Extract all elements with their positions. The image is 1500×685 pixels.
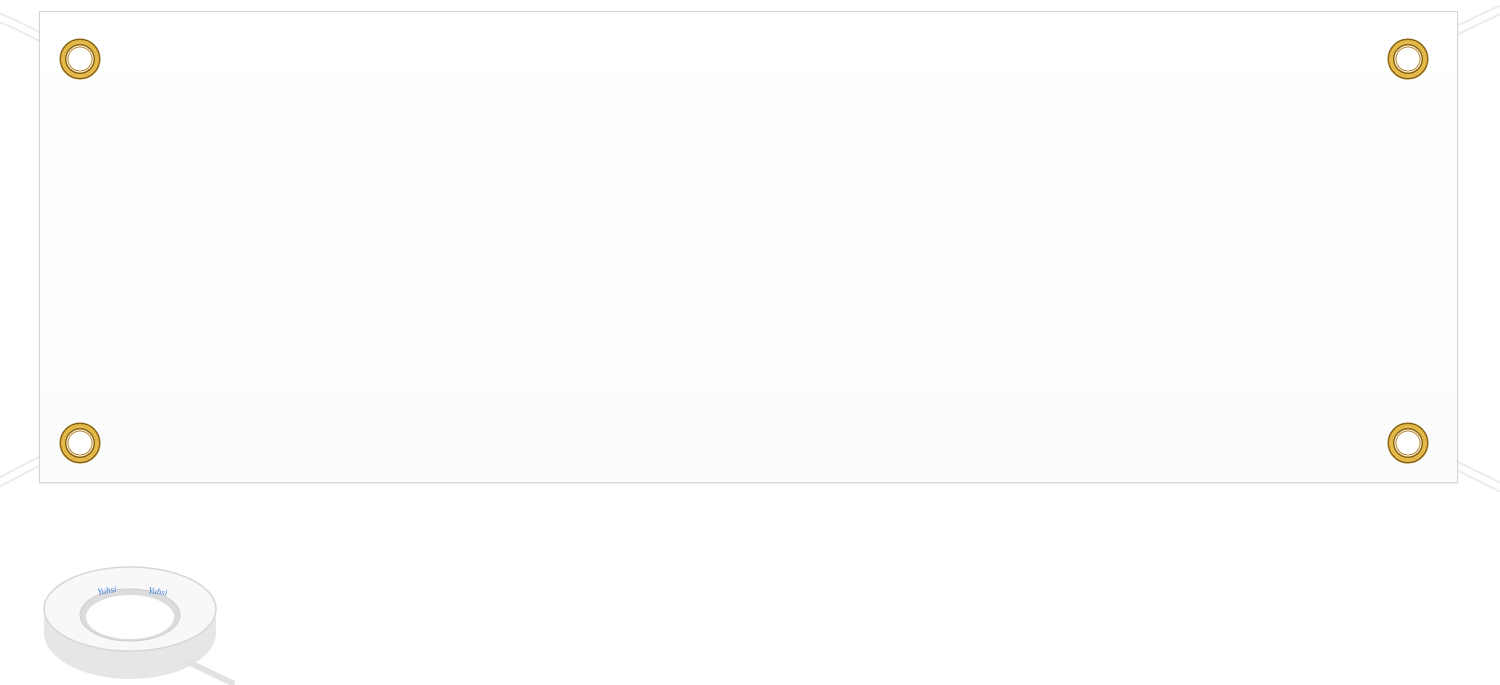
grommet-icon — [1387, 38, 1429, 80]
product-image: Yuhsi Yuhsi — [0, 0, 1500, 685]
grommet-icon — [1387, 422, 1429, 464]
grommet-icon — [59, 422, 101, 464]
grommet-icon — [59, 38, 101, 80]
tape-roll-icon: Yuhsi Yuhsi — [43, 566, 235, 685]
blank-banner — [39, 11, 1458, 483]
